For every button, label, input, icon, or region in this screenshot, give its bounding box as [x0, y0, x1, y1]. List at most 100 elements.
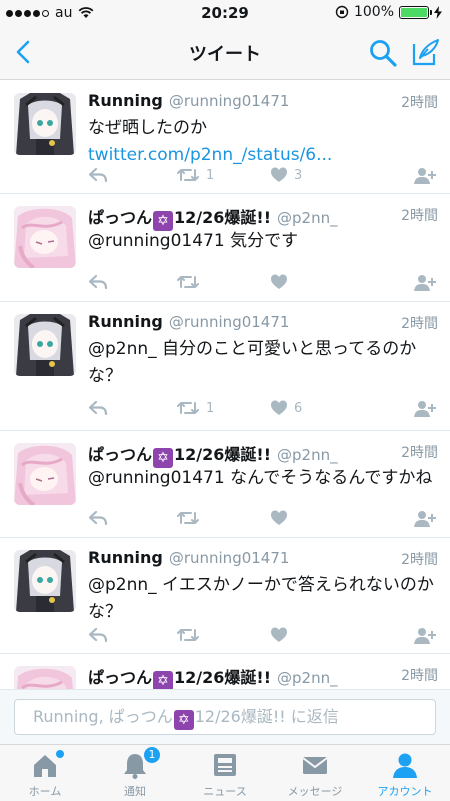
- reply-icon: [88, 274, 108, 290]
- tweet-row[interactable]: ぱっつん ✡ 12/26爆誕!! @p2nn_ 2時間 @running01471 なんで…: [0, 431, 450, 538]
- like-count: 6: [294, 400, 303, 416]
- like-button[interactable]: [270, 510, 294, 526]
- retweet-button[interactable]: [176, 510, 206, 526]
- compose-icon[interactable]: [410, 36, 442, 68]
- tweet-link[interactable]: twitter.com/p2nn_/status/6...: [88, 145, 332, 165]
- follow-icon: [414, 168, 436, 184]
- new-content-dot: [56, 750, 64, 758]
- battery-icon: [399, 5, 432, 19]
- battery-level: [401, 7, 427, 17]
- reply-prefix: Running, ぱっつん: [33, 707, 173, 726]
- retweet-button[interactable]: 1: [176, 167, 214, 183]
- orientation-lock-icon: [335, 5, 349, 19]
- tweet-timestamp: 2時間: [401, 668, 438, 684]
- account-icon: [393, 753, 417, 778]
- status-bar: au 20:29 100%: [0, 0, 450, 26]
- tweet-row[interactable]: ぱっつん✡12/26爆誕!!@p2nn_2時間@running01471 キャー…: [0, 654, 450, 689]
- tweet-row[interactable]: Running @running01471 2時間 @p2nn_ 自分のこと可愛いと思…: [0, 302, 450, 431]
- author-name[interactable]: ぱっつん: [88, 445, 152, 464]
- avatar[interactable]: [14, 314, 76, 376]
- retweet-button[interactable]: [176, 274, 206, 290]
- tab-home[interactable]: ホーム: [0, 745, 90, 801]
- author-name[interactable]: Running: [88, 91, 163, 110]
- like-button[interactable]: [270, 274, 294, 290]
- tweet-timestamp: 2時間: [401, 316, 438, 332]
- tab-messages[interactable]: メッセージ: [270, 745, 360, 801]
- tweet-body: @running01471 なんでそうなるんですかね: [88, 465, 436, 495]
- author-handle: @p2nn_: [277, 209, 338, 227]
- like-button[interactable]: 6: [270, 400, 302, 416]
- retweet-icon: [177, 276, 199, 288]
- avatar-illustration: [14, 206, 76, 268]
- reply-button[interactable]: [88, 510, 108, 526]
- avatar-illustration: [14, 314, 76, 376]
- tweet-timestamp: 2時間: [401, 95, 438, 111]
- tweet-row[interactable]: Running @running01471 2時間 @p2nn_ イエスかノーかで答え…: [0, 538, 450, 654]
- reply-button[interactable]: [88, 400, 108, 416]
- heart-icon: [271, 274, 287, 289]
- follow-button[interactable]: [414, 510, 436, 528]
- avatar-illustration: [14, 666, 76, 689]
- retweet-button[interactable]: [176, 627, 206, 643]
- follow-button[interactable]: [414, 167, 436, 185]
- tweet-timestamp: 2時間: [401, 445, 438, 461]
- avatar[interactable]: [14, 550, 76, 612]
- tab-account[interactable]: アカウント: [360, 745, 450, 801]
- author-name-suffix[interactable]: 12/26爆誕!!: [174, 208, 271, 227]
- tweet-row[interactable]: ぱっつん ✡ 12/26爆誕!! @p2nn_ 2時間 @running01471 気分で…: [0, 194, 450, 302]
- avatar[interactable]: [14, 93, 76, 155]
- follow-button[interactable]: [414, 400, 436, 418]
- reply-icon: [88, 627, 108, 643]
- tweet-actions: [88, 274, 436, 296]
- heart-icon: [271, 627, 287, 642]
- tweet-actions: [88, 510, 436, 532]
- status-right: 100%: [335, 4, 442, 20]
- search-icon[interactable]: [368, 38, 398, 68]
- retweet-button[interactable]: 1: [176, 400, 214, 416]
- author-name[interactable]: Running: [88, 548, 163, 567]
- tweet-text: @running01471 気分です: [88, 231, 299, 251]
- tab-notifications[interactable]: 1 通知: [90, 745, 180, 801]
- tab-label: ニュース: [203, 785, 247, 798]
- like-button[interactable]: 3: [270, 167, 302, 183]
- avatar-illustration: [14, 550, 76, 612]
- retweet-icon: [177, 169, 199, 181]
- reply-button[interactable]: [88, 167, 108, 183]
- author-name-suffix[interactable]: 12/26爆誕!!: [174, 668, 271, 687]
- notification-count-badge: 1: [144, 747, 160, 763]
- tab-label: 通知: [124, 785, 146, 798]
- navigation-bar: ツイート: [0, 26, 450, 80]
- author-handle: @p2nn_: [277, 669, 338, 687]
- tab-news[interactable]: ニュース: [180, 745, 270, 801]
- avatar[interactable]: [14, 206, 76, 268]
- author-handle: @running01471: [168, 549, 290, 567]
- reply-bar: Running, ぱっつん ✡ 12/26爆誕!! に返信: [0, 689, 450, 744]
- author-name[interactable]: ぱっつん: [88, 668, 152, 687]
- star-badge-icon: ✡: [153, 671, 174, 689]
- tweet-timeline[interactable]: Running @running01471 2時間 なぜ晒したのか twitter.c…: [0, 81, 450, 689]
- tweet-header: Running @running01471 2時間: [88, 91, 438, 113]
- heart-icon: [271, 167, 287, 182]
- author-name[interactable]: ぱっつん: [88, 208, 152, 227]
- author-name[interactable]: Running: [88, 312, 163, 331]
- tweet-row[interactable]: Running @running01471 2時間 なぜ晒したのか twitter.c…: [0, 81, 450, 194]
- follow-button[interactable]: [414, 274, 436, 292]
- reply-input[interactable]: Running, ぱっつん ✡ 12/26爆誕!! に返信: [14, 699, 436, 735]
- heart-icon: [271, 400, 287, 415]
- tab-label: メッセージ: [287, 785, 343, 798]
- reply-button[interactable]: [88, 274, 108, 290]
- avatar-illustration: [14, 93, 76, 155]
- follow-button[interactable]: [414, 627, 436, 645]
- tweet-body: なぜ晒したのか twitter.com/p2nn_/status/6...: [88, 115, 436, 175]
- retweet-icon: [177, 512, 199, 524]
- tweet-actions: [88, 627, 436, 649]
- reply-icon: [88, 510, 108, 526]
- tweet-header: Running @running01471 2時間: [88, 312, 438, 334]
- tweet-actions: 16: [88, 400, 436, 422]
- like-button[interactable]: [270, 627, 294, 643]
- reply-button[interactable]: [88, 627, 108, 643]
- tweet-header: ぱっつん ✡ 12/26爆誕!! @p2nn_ 2時間: [88, 441, 438, 468]
- avatar[interactable]: [14, 443, 76, 505]
- avatar[interactable]: [14, 666, 76, 689]
- author-name-suffix[interactable]: 12/26爆誕!!: [174, 445, 271, 464]
